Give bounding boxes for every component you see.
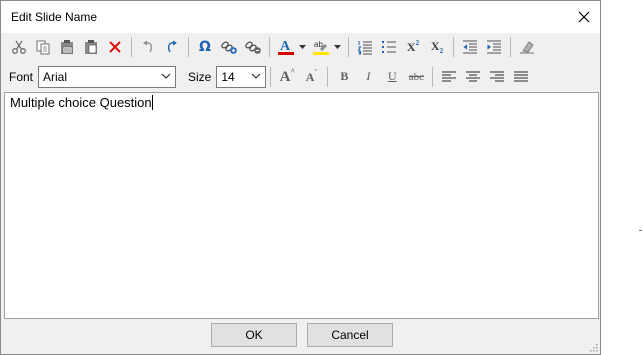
align-left-icon [442,70,457,82]
shrink-font-button[interactable]: Aˇ [300,65,323,88]
italic-button[interactable]: I [357,65,380,88]
formatting-toolbar: Ω A ab X2 X2 [1,33,600,61]
size-select[interactable]: 14 [216,65,267,88]
highlight-color-button[interactable]: ab [310,36,333,59]
toolbar-separator [432,66,434,87]
toolbar-separator [348,37,349,57]
italic-icon: I [366,69,371,83]
toolbar-separator [510,37,511,57]
insert-link-icon [221,41,237,54]
toolbar-separator [453,37,454,57]
copy-icon [36,40,50,55]
ok-button-label: OK [245,328,263,342]
align-left-button[interactable] [438,65,461,88]
cancel-button-label: Cancel [331,328,369,342]
font-toolbar: Font Arial Size 14 A^ Aˇ B I U abc [1,62,600,91]
subscript-icon: X2 [430,39,444,55]
chevron-down-icon [161,73,171,79]
font-select[interactable]: Arial [38,65,177,88]
strikethrough-button[interactable]: abc [405,65,428,88]
align-right-icon [490,70,505,82]
resize-grip-icon[interactable] [590,344,598,352]
chevron-down-icon [251,73,261,79]
undo-icon [143,40,153,53]
font-select-value: Arial [43,69,68,84]
decrease-indent-icon [463,40,477,54]
subscript-button[interactable]: X2 [426,36,449,59]
underline-button[interactable]: U [381,65,404,88]
justify-button[interactable] [510,65,533,88]
delete-button[interactable] [104,36,127,59]
title-bar: Edit Slide Name [1,1,600,33]
shrink-font-icon: Aˇ [305,68,318,84]
bold-button[interactable]: B [333,65,356,88]
remove-link-button[interactable] [242,36,265,59]
redo-icon [167,40,177,53]
numbered-list-button[interactable] [354,36,377,59]
align-right-button[interactable] [486,65,509,88]
special-character-button[interactable]: Ω [194,36,217,59]
slide-name-text: Multiple choice Question [10,95,152,110]
grow-font-button[interactable]: A^ [276,65,299,88]
highlight-color-dropdown[interactable] [333,36,342,59]
size-select-value: 14 [221,69,235,84]
grow-font-icon: A^ [279,67,296,85]
increase-indent-button[interactable] [483,36,506,59]
toolbar-separator [270,66,272,87]
toolbar-separator [269,37,270,57]
font-label: Font [9,69,34,84]
dialog-title: Edit Slide Name [11,10,98,24]
chevron-down-icon [334,45,341,49]
background-mark [639,230,642,231]
text-caret [151,95,153,110]
numbered-list-icon [357,41,372,55]
ok-button[interactable]: OK [211,323,297,347]
increase-indent-icon [487,40,501,54]
superscript-icon: X2 [406,39,420,54]
size-label: Size [188,69,212,84]
decrease-indent-button[interactable] [459,36,482,59]
font-color-dropdown[interactable] [298,36,307,59]
rich-text-editor[interactable]: Multiple choice Question [4,92,599,319]
underline-icon: U [388,69,397,83]
bold-icon: B [340,69,349,83]
delete-icon [109,41,121,53]
cut-icon [12,40,26,54]
strikethrough-icon: abc [408,70,424,83]
clear-formatting-button[interactable] [516,36,539,59]
highlight-color-icon: ab [313,40,329,55]
special-character-icon: Ω [199,39,211,55]
close-button[interactable] [568,1,600,33]
clear-formatting-icon [520,41,534,54]
editor-content[interactable]: Multiple choice Question [10,95,153,110]
justify-icon [514,70,529,82]
toolbar-separator [327,66,329,87]
copy-button[interactable] [32,36,55,59]
toolbar-separator [188,37,189,57]
insert-link-button[interactable] [218,36,241,59]
cut-button[interactable] [8,36,31,59]
paste-icon [61,40,73,54]
align-center-icon [466,70,481,82]
svg-text:A: A [280,39,291,54]
edit-slide-name-dialog: Edit Slide Name Ω A ab X2 X2 Font Arial … [0,0,601,355]
bulleted-list-icon [382,41,396,53]
bulleted-list-button[interactable] [378,36,401,59]
toolbar-separator [131,37,132,57]
close-icon [578,11,590,23]
font-color-button[interactable]: A [275,36,298,59]
cancel-button[interactable]: Cancel [307,323,393,347]
chevron-down-icon [299,45,306,49]
paste-special-icon [85,40,97,54]
paste-button[interactable] [56,36,79,59]
superscript-button[interactable]: X2 [402,36,425,59]
redo-button[interactable] [161,36,184,59]
font-color-icon: A [278,39,294,55]
remove-link-icon [245,41,261,54]
align-center-button[interactable] [462,65,485,88]
paste-special-button[interactable] [80,36,103,59]
undo-button[interactable] [137,36,160,59]
